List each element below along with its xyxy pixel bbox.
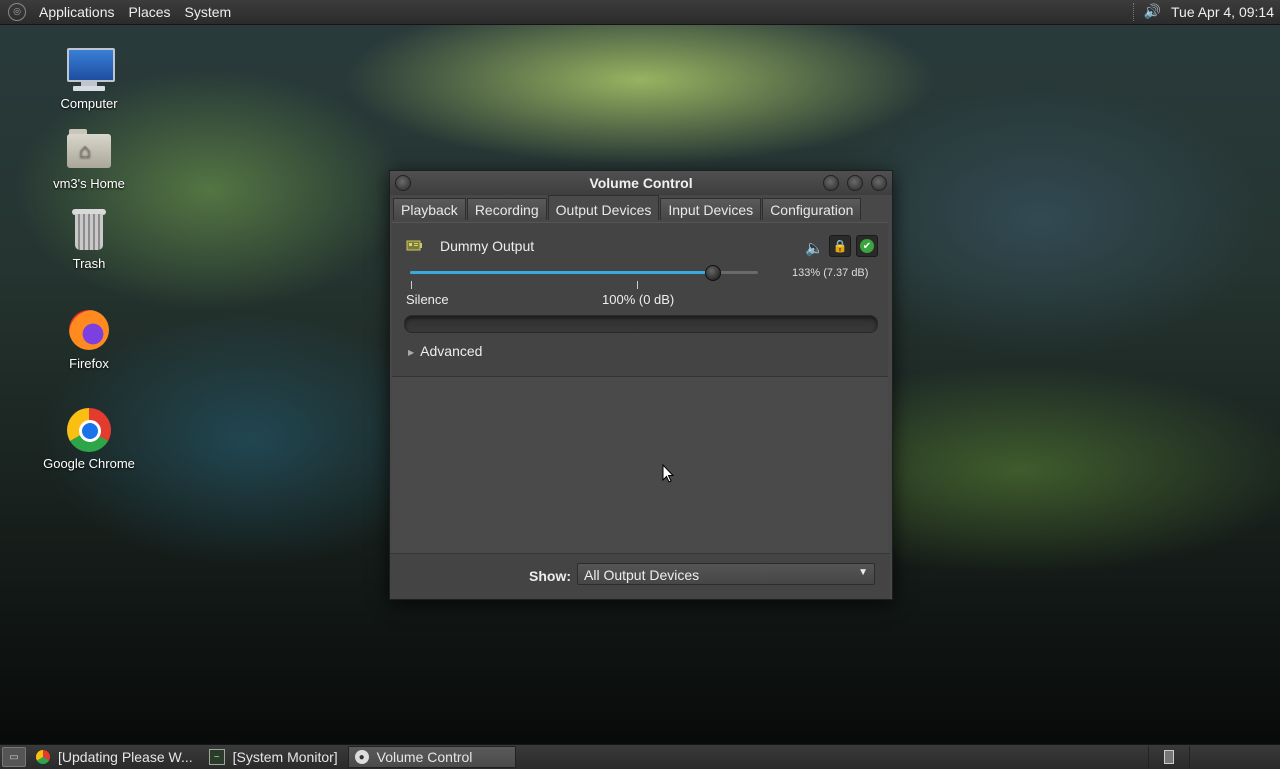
device-list-empty-area (392, 376, 888, 553)
volume-readout: 133% (7.37 dB) (792, 267, 869, 279)
speaker-icon[interactable]: 🔊 (1144, 4, 1161, 20)
device-name: Dummy Output (440, 238, 535, 254)
volume-slider-fill (410, 271, 713, 274)
system-monitor-icon: ~ (208, 749, 225, 765)
chevron-down-icon: ▼ (858, 567, 868, 578)
workspace-1[interactable] (1164, 750, 1174, 764)
volume-control-window: Volume Control Playback Recording Output… (389, 170, 893, 600)
volume-slider-knob[interactable] (705, 265, 721, 281)
set-default-button[interactable]: ✔ (856, 235, 878, 257)
sound-card-icon (406, 239, 422, 253)
computer-icon (65, 46, 115, 94)
panel-divider (1189, 746, 1190, 768)
desktop-icon-chrome[interactable]: Google Chrome (34, 406, 144, 471)
taskbar-item-volume-control[interactable]: ● Volume Control (347, 746, 516, 768)
desktop-icon-label: Google Chrome (43, 456, 135, 471)
silence-label: Silence (406, 292, 449, 307)
advanced-label: Advanced (420, 343, 483, 359)
tab-recording[interactable]: Recording (466, 198, 547, 220)
home-folder-icon: ⌂ (65, 126, 113, 174)
tab-configuration[interactable]: Configuration (762, 198, 862, 220)
chrome-icon (65, 406, 113, 454)
hundred-percent-tick (637, 281, 638, 289)
desktop-icon-label: vm3's Home (53, 176, 125, 191)
top-panel: ◎ Applications Places System 🔊 Tue Apr 4… (0, 0, 1280, 25)
desktop-icon-label: Trash (72, 256, 106, 271)
window-titlebar[interactable]: Volume Control (390, 171, 892, 195)
desktop-icon-computer[interactable]: Computer (34, 46, 144, 111)
taskbar-item-label: [System Monitor] (232, 749, 338, 765)
show-devices-dropdown[interactable]: All Output Devices ▼ (577, 563, 875, 585)
distro-logo-icon[interactable]: ◎ (8, 3, 26, 21)
volume-slider[interactable] (410, 265, 758, 281)
trash-icon (65, 206, 113, 254)
menu-system[interactable]: System (178, 4, 239, 20)
workspace-switcher[interactable] (1149, 750, 1189, 764)
firefox-icon (65, 306, 113, 354)
tab-playback[interactable]: Playback (393, 198, 466, 220)
minimize-button[interactable] (823, 175, 839, 191)
expander-arrow-icon: ▶ (408, 347, 415, 357)
lock-channels-button[interactable]: 🔒 (829, 235, 851, 257)
window-title: Volume Control (589, 175, 693, 191)
volume-control-icon: ● (354, 750, 369, 764)
window-bottom-bar: Show: All Output Devices ▼ (390, 553, 890, 599)
tab-bar: Playback Recording Output Devices Input … (390, 195, 892, 222)
desktop-icon-firefox[interactable]: Firefox (34, 306, 144, 371)
maximize-button[interactable] (847, 175, 863, 191)
checkmark-icon: ✔ (860, 239, 874, 253)
taskbar-item-label: [Updating Please W... (58, 749, 193, 765)
menu-places[interactable]: Places (122, 4, 178, 20)
close-button[interactable] (871, 175, 887, 191)
desktop-icon-home[interactable]: ⌂ vm3's Home (34, 126, 144, 191)
peak-level-meter (404, 315, 878, 333)
show-dropdown-value: All Output Devices (584, 567, 700, 583)
desktop-icon-label: Computer (60, 96, 118, 111)
bottom-panel: ▭ [Updating Please W... ~ [System Monito… (0, 744, 1280, 769)
show-label: Show: (529, 568, 571, 584)
tab-input-devices[interactable]: Input Devices (660, 198, 762, 220)
hundred-percent-label: 100% (0 dB) (602, 292, 675, 307)
menu-applications[interactable]: Applications (32, 4, 122, 20)
taskbar-item-system-monitor[interactable]: ~ [System Monitor] (203, 746, 346, 768)
desktop-icon-label: Firefox (69, 356, 109, 371)
tab-output-devices[interactable]: Output Devices (547, 195, 660, 220)
advanced-expander[interactable]: ▶ Advanced (408, 343, 482, 359)
taskbar-item-chrome[interactable]: [Updating Please W... (30, 746, 201, 768)
desktop-icon-trash[interactable]: Trash (34, 206, 144, 271)
mute-speaker-icon[interactable]: 🔈 (805, 239, 824, 257)
silence-tick (411, 281, 412, 289)
device-panel: Dummy Output 🔈 🔒 ✔ 133% (7.37 dB) Silenc… (392, 222, 888, 376)
clock[interactable]: Tue Apr 4, 09:14 (1171, 4, 1274, 20)
window-menu-button[interactable] (395, 175, 411, 191)
taskbar-item-label: Volume Control (376, 749, 473, 765)
show-desktop-icon[interactable]: ▭ (2, 747, 26, 767)
panel-separator (1132, 3, 1136, 21)
chrome-icon (36, 750, 50, 764)
